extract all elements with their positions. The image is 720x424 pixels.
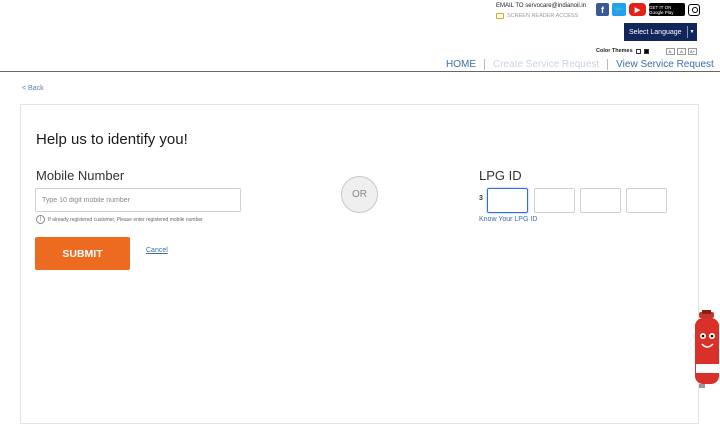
mobile-number-input[interactable] <box>35 188 241 212</box>
back-label: < Back <box>22 85 44 92</box>
color-themes-label: Color Themes <box>596 48 633 54</box>
font-size-increase[interactable]: A+ <box>688 48 697 55</box>
select-language-label: Select Language <box>629 28 682 36</box>
chevron-down-icon: ▼ <box>687 26 696 38</box>
header-divider <box>0 71 720 72</box>
screen-reader-access[interactable]: SCREEN READER ACCESS <box>496 13 578 19</box>
twitter-icon[interactable]: 🐦 <box>612 3 626 16</box>
know-lpg-id-link[interactable]: Know Your LPG ID <box>479 216 537 223</box>
indane-mascot[interactable] <box>693 310 720 388</box>
lpg-id-prefix: 3 <box>479 195 483 202</box>
lpg-id-box-3[interactable] <box>580 188 621 213</box>
nav-home[interactable]: HOME <box>446 59 476 70</box>
main-nav: HOME Create Service Request View Service… <box>446 59 714 70</box>
select-language-dropdown[interactable]: Select Language ▼ <box>624 23 697 41</box>
facebook-icon[interactable]: f <box>596 3 609 16</box>
color-themes: Color Themes <box>596 48 649 54</box>
monitor-icon <box>496 13 504 19</box>
font-size-decrease[interactable]: A- <box>666 48 675 55</box>
font-size-normal[interactable]: A <box>677 48 686 55</box>
mobile-hint: ! If already registered customer, Please… <box>36 215 203 224</box>
page-title: Help us to identify you! <box>36 131 188 148</box>
nav-divider <box>607 59 609 70</box>
lpg-id-box-1[interactable] <box>487 188 528 213</box>
instagram-icon[interactable] <box>688 3 700 16</box>
nav-divider <box>484 59 485 70</box>
lpg-id-box-4[interactable] <box>626 188 667 213</box>
screen-reader-label: SCREEN READER ACCESS <box>507 13 579 19</box>
theme-white-swatch[interactable] <box>635 48 641 54</box>
back-link[interactable]: < Back <box>22 85 44 92</box>
lpg-id-label: LPG ID <box>479 168 522 183</box>
submit-button[interactable]: SUBMIT <box>35 237 130 270</box>
or-divider: OR <box>341 176 378 213</box>
info-icon: ! <box>36 215 45 224</box>
youtube-icon[interactable]: ▶ <box>629 3 646 16</box>
mobile-number-label: Mobile Number <box>36 168 125 183</box>
mobile-hint-text: If already registered customer, Please e… <box>48 216 203 223</box>
lpg-id-box-2[interactable] <box>534 188 575 213</box>
email-contact[interactable]: EMAIL TO servocare@indianoil.in <box>496 3 586 9</box>
nav-create-service-request[interactable]: Create Service Request <box>493 59 599 70</box>
nav-view-service-request[interactable]: View Service Request <box>616 59 714 70</box>
cancel-link[interactable]: Cancel <box>146 247 168 254</box>
google-play-icon[interactable]: GET IT ON Google Play <box>649 3 685 16</box>
social-links: f 🐦 ▶ GET IT ON Google Play <box>596 3 700 16</box>
theme-black-swatch[interactable] <box>643 48 649 54</box>
